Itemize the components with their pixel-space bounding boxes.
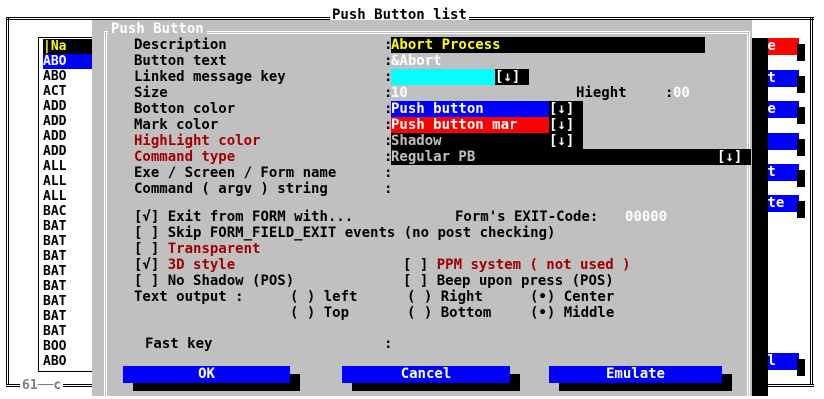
transparent-checkbox[interactable]: [ ] Transparent: [134, 241, 260, 257]
height-label: Hieght: [576, 85, 627, 101]
list-item[interactable]: BAT: [43, 249, 66, 264]
list-count: 61──c: [20, 378, 64, 394]
beep-checkbox[interactable]: [ ] Beep upon press (POS): [403, 273, 614, 289]
text-output-center-radio[interactable]: (•) Center: [530, 289, 614, 305]
button-text-field[interactable]: &Abort: [391, 53, 491, 69]
mark-color-dropdown-button[interactable]: [↓]: [549, 117, 583, 133]
exe-form-name-field[interactable]: [391, 165, 711, 181]
list-item[interactable]: ADD: [43, 144, 66, 159]
button-color-label: Botton color: [134, 101, 236, 117]
text-output-right-radio[interactable]: ( ) Right: [407, 289, 483, 305]
button-shadow: [797, 76, 805, 93]
list-item[interactable]: ABO: [43, 69, 66, 84]
list-item[interactable]: BAT: [43, 294, 66, 309]
cancel-button[interactable]: Cancel: [342, 366, 510, 383]
text-output-middle-radio[interactable]: (•) Middle: [530, 305, 614, 321]
button-color-field[interactable]: Push button: [391, 101, 549, 117]
list-item[interactable]: BAC: [43, 204, 66, 219]
exit-code-field[interactable]: 00000: [625, 209, 667, 225]
list-header: |Na: [43, 39, 97, 54]
size-field[interactable]: 10: [391, 85, 431, 101]
button-color-dropdown-button[interactable]: [↓]: [549, 101, 583, 117]
ok-button-shadow: [133, 383, 300, 391]
exit-form-checkbox[interactable]: [√] Exit from FORM with...: [134, 209, 353, 225]
list-item[interactable]: BAT: [43, 264, 66, 279]
list-item[interactable]: ALL: [43, 189, 66, 204]
skip-event-checkbox[interactable]: [ ] Skip FORM_FIELD_EXIT events (no post…: [134, 225, 555, 241]
button-shadow: [797, 107, 805, 124]
list-item[interactable]: ADD: [43, 114, 66, 129]
list-window-right-border: [810, 17, 813, 385]
list-window-left-border: [6, 17, 9, 385]
exit-code-label: Form's EXIT-Code:: [455, 209, 599, 225]
3d-style-checkbox[interactable]: [√] 3D style: [134, 257, 235, 273]
text-output-top-radio[interactable]: ( ) Top: [290, 305, 349, 321]
button-shadow: [797, 44, 805, 61]
list-item-selected[interactable]: ABO: [43, 54, 97, 69]
dialog-title: Push Button: [108, 21, 207, 37]
list-item[interactable]: BAT: [43, 279, 66, 294]
no-shadow-checkbox[interactable]: [ ] No Shadow (POS): [134, 273, 294, 289]
highlight-color-field[interactable]: Shadow: [391, 133, 549, 149]
button-shadow: [797, 139, 805, 156]
command-string-field[interactable]: [391, 181, 711, 197]
exe-form-name-label: Exe / Screen / Form name: [134, 165, 337, 181]
list-item[interactable]: BAT: [43, 324, 66, 339]
height-field[interactable]: 00: [673, 85, 703, 101]
mark-color-field[interactable]: Push button mar: [391, 117, 549, 133]
command-type-label: Command type: [134, 149, 236, 165]
list-item[interactable]: ALL: [43, 159, 66, 174]
emulate-button-shadow: [559, 383, 732, 391]
linked-key-label: Linked message key: [134, 69, 286, 85]
list-item[interactable]: ALL: [43, 174, 66, 189]
size-label: Size: [134, 85, 168, 101]
list-item[interactable]: ADD: [43, 99, 66, 114]
list-item[interactable]: BAT: [43, 219, 66, 234]
list-item[interactable]: BAT: [43, 309, 66, 324]
list-item[interactable]: BOO: [43, 339, 66, 354]
mark-color-label: Mark color: [134, 117, 219, 133]
command-type-field[interactable]: Regular PB: [391, 149, 717, 165]
emulate-button[interactable]: Emulate: [549, 366, 722, 383]
cancel-button-shadow: [352, 383, 520, 391]
button-text-label: Button text: [134, 53, 227, 69]
list-item[interactable]: BAT: [43, 234, 66, 249]
button-shadow: [797, 170, 805, 187]
list-item[interactable]: ABO: [43, 354, 66, 369]
push-button-list[interactable]: |Na ABO ABO ACT ADD ADD ADD ADD ALL ALL …: [38, 37, 100, 372]
ok-button[interactable]: OK: [123, 366, 290, 383]
ppm-system-checkbox[interactable]: [ ] PPM system ( not used ): [403, 257, 631, 273]
text-output-label: Text output :: [134, 289, 244, 305]
button-shadow: [797, 359, 805, 376]
command-type-dropdown-button[interactable]: [↓]: [717, 149, 751, 165]
linked-key-dropdown-button[interactable]: [↓]: [495, 69, 529, 85]
command-string-label: Command ( argv ) string: [134, 181, 328, 197]
description-field[interactable]: Abort Process: [391, 37, 705, 53]
button-shadow: [797, 201, 805, 218]
highlight-color-label: HighLight color: [134, 133, 261, 149]
fast-key-label: Fast key: [145, 336, 213, 352]
linked-key-field[interactable]: [391, 69, 495, 85]
list-item[interactable]: ACT: [43, 84, 66, 99]
dialog-shadow: [752, 38, 768, 396]
field-colon: :: [384, 336, 393, 352]
list-item[interactable]: ADD: [43, 129, 66, 144]
text-output-left-radio[interactable]: ( ) left: [290, 289, 357, 305]
highlight-color-dropdown-button[interactable]: [↓]: [549, 133, 583, 149]
text-output-bottom-radio[interactable]: ( ) Bottom: [407, 305, 491, 321]
description-label: Description: [134, 37, 227, 53]
